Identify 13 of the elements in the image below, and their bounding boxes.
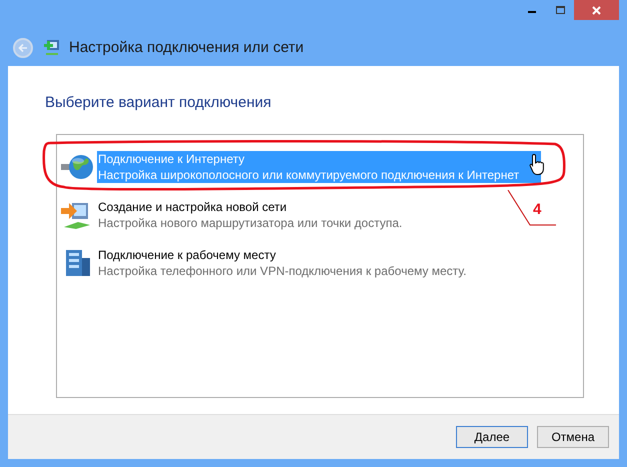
hand-cursor-icon xyxy=(529,153,545,175)
back-arrow-icon xyxy=(18,43,28,53)
page-heading: Выберите вариант подключения xyxy=(45,93,272,113)
next-button[interactable]: Далее xyxy=(456,426,528,448)
connection-option[interactable]: Подключение к рабочему месту Настройка телефонного или VPN-подключения к рабочему месту. xyxy=(97,246,468,278)
cancel-button[interactable]: Отмена xyxy=(537,426,609,448)
connection-option[interactable]: Создание и настройка новой сети Настройка нового маршрутизатора или точки доступа. xyxy=(97,198,404,230)
annotation-number: 4 xyxy=(533,202,542,217)
network-icon xyxy=(42,39,60,57)
close-icon xyxy=(592,6,601,14)
window-title: Настройка подключения или сети xyxy=(69,38,304,58)
close-button[interactable] xyxy=(574,0,619,20)
leader-line xyxy=(507,190,557,227)
